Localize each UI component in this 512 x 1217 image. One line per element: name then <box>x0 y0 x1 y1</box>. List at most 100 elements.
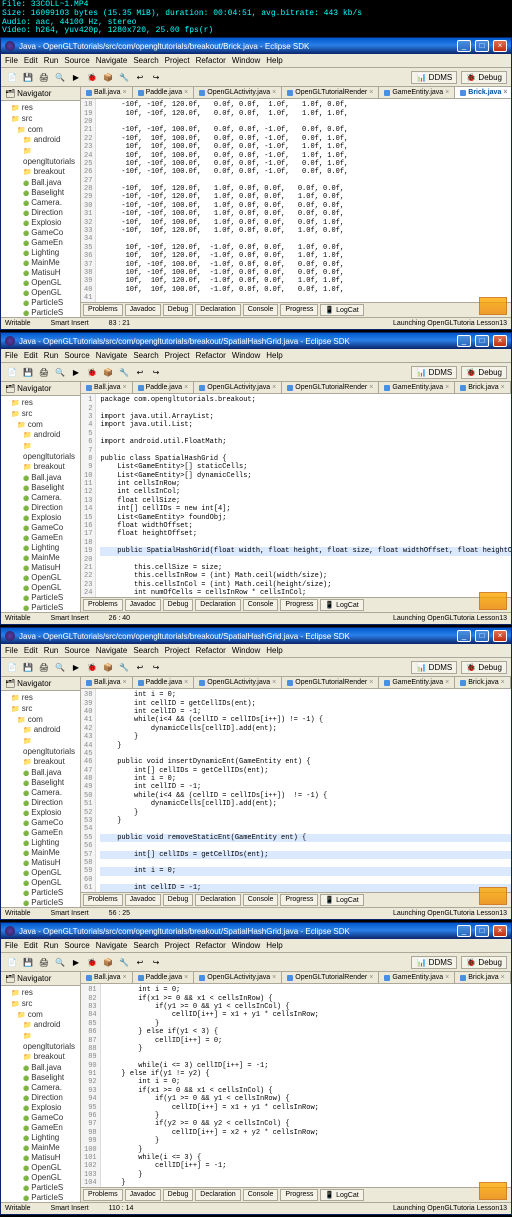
tree-folder-opengltutorials[interactable]: opengltutorials <box>5 146 80 167</box>
toolbar-button[interactable]: 🖨 <box>37 660 51 674</box>
tree-file[interactable]: GameCo <box>5 523 80 533</box>
menu-search[interactable]: Search <box>133 351 158 360</box>
perspective-debug[interactable]: 🐞 Debug <box>461 661 507 674</box>
menu-window[interactable]: Window <box>232 56 260 65</box>
tree-file[interactable]: Direction <box>5 1093 80 1103</box>
view-tab-declaration[interactable]: Declaration <box>195 304 240 316</box>
menu-refactor[interactable]: Refactor <box>196 646 226 655</box>
menu-source[interactable]: Source <box>64 56 89 65</box>
tree-folder-breakout[interactable]: breakout <box>5 1052 80 1063</box>
editor-tab[interactable]: OpenGLActivity.java× <box>194 972 282 983</box>
minimize-button[interactable]: _ <box>457 40 471 52</box>
toolbar-button[interactable]: 🐞 <box>85 955 99 969</box>
tree-file[interactable]: Lighting <box>5 543 80 553</box>
menu-project[interactable]: Project <box>165 941 190 950</box>
close-icon[interactable]: × <box>184 89 188 96</box>
menu-run[interactable]: Run <box>44 56 59 65</box>
tree-file[interactable]: GameEn <box>5 533 80 543</box>
view-tab-declaration[interactable]: Declaration <box>195 1189 240 1201</box>
tree-file[interactable]: Explosio <box>5 808 80 818</box>
view-tab-debug[interactable]: Debug <box>163 1189 194 1201</box>
editor-tab[interactable]: Paddle.java× <box>133 972 195 983</box>
editor-tab[interactable]: Paddle.java× <box>133 382 195 393</box>
tree-file[interactable]: MatisuH <box>5 858 80 868</box>
toolbar-button[interactable]: ↪ <box>149 955 163 969</box>
view-tab-progress[interactable]: Progress <box>280 894 318 906</box>
menu-search[interactable]: Search <box>133 56 158 65</box>
menu-run[interactable]: Run <box>44 351 59 360</box>
menu-help[interactable]: Help <box>266 941 282 950</box>
code-editor[interactable]: 38 39 40 41 42 43 44 45 46 47 48 49 50 5… <box>81 689 511 892</box>
close-icon[interactable]: × <box>501 679 505 686</box>
view-tab-debug[interactable]: Debug <box>163 894 194 906</box>
tree-folder-res[interactable]: res <box>5 988 80 999</box>
toolbar-button[interactable]: 🖨 <box>37 365 51 379</box>
source-text[interactable]: int i = 0; if(x1 >= 0 && x1 < cellsInRow… <box>101 984 511 1187</box>
perspective-debug[interactable]: 🐞 Debug <box>461 956 507 969</box>
menu-file[interactable]: File <box>5 941 18 950</box>
tree-file[interactable]: GameCo <box>5 1113 80 1123</box>
tree-file[interactable]: ParticleS <box>5 593 80 603</box>
editor-tab[interactable]: OpenGLTutorialRender× <box>282 87 379 98</box>
perspective-ddms[interactable]: 📊 DDMS <box>411 661 457 674</box>
close-icon[interactable]: × <box>122 679 126 686</box>
menu-project[interactable]: Project <box>165 56 190 65</box>
menu-project[interactable]: Project <box>165 351 190 360</box>
navigator-header[interactable]: 🗂Navigator <box>1 677 80 691</box>
tree-folder-opengltutorials[interactable]: opengltutorials <box>5 1031 80 1052</box>
tree-folder-com[interactable]: com <box>5 715 80 726</box>
view-tab-problems[interactable]: Problems <box>83 894 123 906</box>
tree-file[interactable]: MainMe <box>5 848 80 858</box>
toolbar-button[interactable]: 📦 <box>101 955 115 969</box>
toolbar-button[interactable]: 📄 <box>5 365 19 379</box>
close-icon[interactable]: × <box>445 679 449 686</box>
toolbar-button[interactable]: 💾 <box>21 365 35 379</box>
toolbar-button[interactable]: 🐞 <box>85 365 99 379</box>
window-titlebar[interactable]: Java - OpenGLTutorials/src/com/opengltut… <box>1 628 511 644</box>
menu-edit[interactable]: Edit <box>24 941 38 950</box>
tree-file[interactable]: Lighting <box>5 838 80 848</box>
close-icon[interactable]: × <box>122 89 126 96</box>
toolbar-button[interactable]: ↪ <box>149 70 163 84</box>
tree-folder-android[interactable]: android <box>5 725 80 736</box>
tree-file[interactable]: GameCo <box>5 818 80 828</box>
menu-refactor[interactable]: Refactor <box>196 941 226 950</box>
tree-file[interactable]: Baselight <box>5 483 80 493</box>
editor-tab[interactable]: Ball.java× <box>81 677 133 688</box>
editor-tab[interactable]: Brick.java× <box>455 972 510 983</box>
view-tab-logcat[interactable]: 📱 LogCat <box>320 1189 363 1201</box>
view-tab-logcat[interactable]: 📱 LogCat <box>320 894 363 906</box>
menu-navigate[interactable]: Navigate <box>96 56 128 65</box>
minimize-button[interactable]: _ <box>457 630 471 642</box>
tree-file[interactable]: OpenGL <box>5 288 80 298</box>
toolbar-button[interactable]: 📦 <box>101 365 115 379</box>
editor-tab[interactable]: OpenGLTutorialRender× <box>282 972 379 983</box>
close-icon[interactable]: × <box>272 89 276 96</box>
toolbar-button[interactable]: ▶ <box>69 70 83 84</box>
toolbar-button[interactable]: ↩ <box>133 365 147 379</box>
tree-file[interactable]: OpenGL <box>5 583 80 593</box>
navigator-header[interactable]: 🗂Navigator <box>1 382 80 396</box>
menu-refactor[interactable]: Refactor <box>196 351 226 360</box>
close-icon[interactable]: × <box>369 384 373 391</box>
navigator-header[interactable]: 🗂Navigator <box>1 87 80 101</box>
code-editor[interactable]: 81 82 83 84 85 86 87 88 89 90 91 92 93 9… <box>81 984 511 1187</box>
view-tab-logcat[interactable]: 📱 LogCat <box>320 599 363 611</box>
tree-folder-src[interactable]: src <box>5 409 80 420</box>
tree-file[interactable]: Camera. <box>5 493 80 503</box>
view-tab-console[interactable]: Console <box>243 599 279 611</box>
minimize-button[interactable]: _ <box>457 925 471 937</box>
editor-tab[interactable]: Brick.java× <box>455 87 511 98</box>
tree-folder-src[interactable]: src <box>5 999 80 1010</box>
tree-folder-android[interactable]: android <box>5 135 80 146</box>
toolbar-button[interactable]: ↩ <box>133 660 147 674</box>
editor-tab[interactable]: Ball.java× <box>81 972 133 983</box>
close-icon[interactable]: × <box>272 384 276 391</box>
tree-file[interactable]: Ball.java <box>5 473 80 483</box>
view-tab-debug[interactable]: Debug <box>163 599 194 611</box>
toolbar-button[interactable]: 🐞 <box>85 660 99 674</box>
close-button[interactable]: × <box>493 40 507 52</box>
close-icon[interactable]: × <box>369 89 373 96</box>
perspective-debug[interactable]: 🐞 Debug <box>461 366 507 379</box>
tree-file[interactable]: Ball.java <box>5 768 80 778</box>
